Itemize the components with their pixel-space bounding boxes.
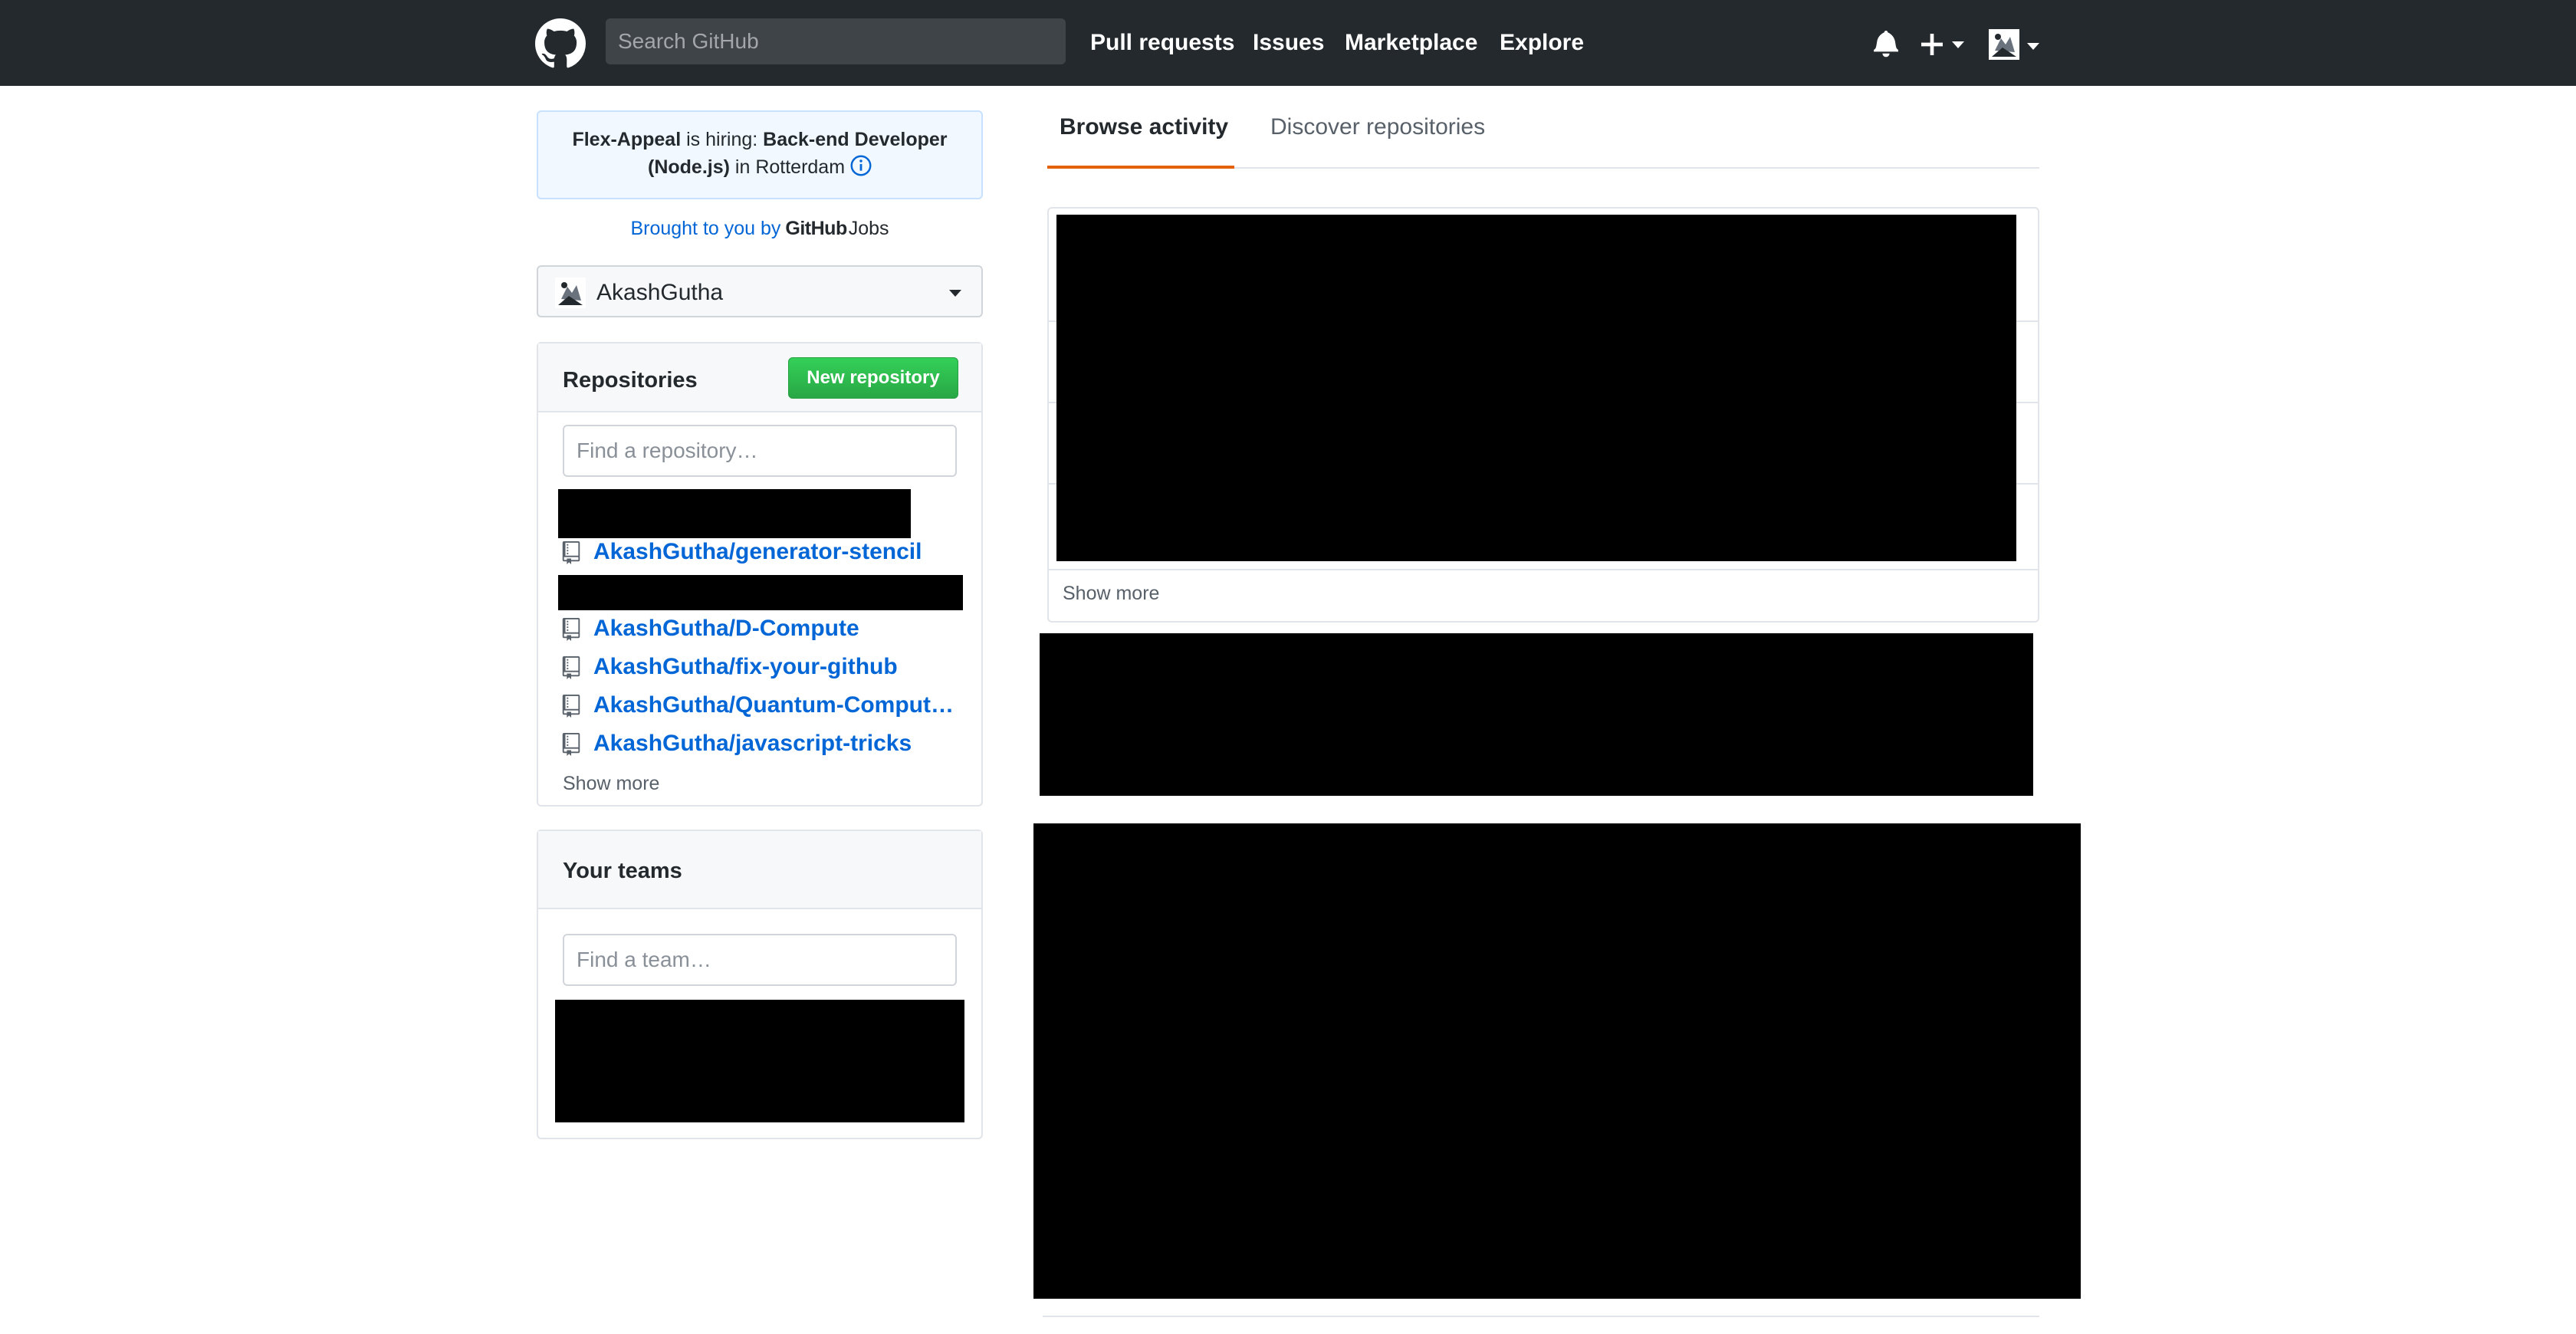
chevron-down-icon bbox=[949, 290, 961, 297]
new-repository-button[interactable]: New repository bbox=[788, 357, 958, 399]
find-team-input[interactable] bbox=[563, 934, 957, 986]
chevron-down-icon bbox=[1952, 41, 1964, 48]
plus-icon bbox=[1921, 34, 1943, 55]
account-switcher[interactable]: AkashGutha bbox=[537, 265, 983, 317]
active-tab-indicator bbox=[1047, 166, 1234, 169]
divider bbox=[1043, 1316, 2039, 1317]
redacted-block bbox=[555, 1000, 964, 1122]
repo-link[interactable]: AkashGutha/fix-your-github bbox=[593, 652, 960, 682]
info-icon[interactable] bbox=[850, 155, 872, 176]
repo-icon bbox=[562, 695, 580, 718]
repo-link[interactable]: AkashGutha/Quantum-Computing-Resources bbox=[593, 690, 960, 721]
hiring-role[interactable]: Back-end Developer bbox=[763, 129, 947, 150]
search-input[interactable] bbox=[606, 18, 1066, 64]
create-new-dropdown[interactable] bbox=[1921, 26, 1967, 60]
jobs-brand: Jobs bbox=[848, 218, 889, 239]
hiring-location: Rotterdam bbox=[755, 156, 846, 178]
repo-icon bbox=[562, 733, 580, 756]
repo-link[interactable]: AkashGutha/generator-stencil bbox=[593, 537, 960, 567]
repositories-title: Repositories bbox=[563, 368, 698, 393]
user-menu-dropdown[interactable] bbox=[1989, 28, 2042, 61]
brought-by-github-jobs[interactable]: Brought to you by GitHubJobs bbox=[537, 215, 983, 242]
show-more-activity-link[interactable]: Show more bbox=[1063, 580, 1159, 607]
github-brand: GitHub bbox=[785, 218, 847, 239]
teams-panel: Your teams bbox=[537, 830, 983, 1139]
repo-link[interactable]: AkashGutha/D-Compute bbox=[593, 613, 960, 644]
hiring-company[interactable]: Flex-Appeal bbox=[572, 129, 681, 150]
global-header: Pull requests Issues Marketplace Explore bbox=[0, 0, 2576, 86]
chevron-down-icon bbox=[2027, 43, 2039, 50]
hiring-location-prefix: in bbox=[734, 156, 751, 178]
tab-browse-activity[interactable]: Browse activity bbox=[1060, 112, 1228, 143]
avatar-icon bbox=[1989, 29, 2019, 60]
divider bbox=[1049, 569, 2038, 570]
repo-icon bbox=[562, 618, 580, 641]
nav-issues[interactable]: Issues bbox=[1253, 28, 1324, 58]
github-logo-icon[interactable] bbox=[535, 18, 586, 69]
job-ad-banner[interactable]: Flex-Appeal is hiring: Back-end Develope… bbox=[537, 110, 983, 199]
repositories-header: Repositories New repository bbox=[538, 343, 981, 412]
nav-marketplace[interactable]: Marketplace bbox=[1345, 28, 1477, 58]
redacted-block bbox=[1056, 215, 2016, 561]
teams-header: Your teams bbox=[538, 831, 981, 909]
redacted-block bbox=[558, 575, 963, 610]
nav-explore[interactable]: Explore bbox=[1500, 28, 1584, 58]
tab-discover-repositories[interactable]: Discover repositories bbox=[1270, 112, 1485, 143]
avatar-icon bbox=[555, 278, 586, 308]
teams-title: Your teams bbox=[563, 859, 682, 883]
hiring-text: is hiring: bbox=[686, 129, 758, 150]
hiring-role-tech[interactable]: (Node.js) bbox=[648, 156, 730, 178]
activity-feed-panel: Show more bbox=[1047, 207, 2039, 623]
redacted-block bbox=[1033, 823, 2081, 1299]
account-username: AkashGutha bbox=[596, 280, 724, 305]
repositories-panel: Repositories New repository AkashGutha/g… bbox=[537, 342, 983, 807]
brought-by-text: Brought to you by bbox=[630, 218, 781, 239]
nav-pull-requests[interactable]: Pull requests bbox=[1090, 28, 1234, 58]
find-repository-input[interactable] bbox=[563, 425, 957, 477]
repo-icon bbox=[562, 541, 580, 564]
redacted-block bbox=[1040, 633, 2033, 796]
show-more-repos-link[interactable]: Show more bbox=[563, 770, 659, 797]
repo-icon bbox=[562, 656, 580, 679]
repo-link[interactable]: AkashGutha/javascript-tricks bbox=[593, 728, 960, 759]
redacted-block bbox=[558, 489, 911, 538]
bell-icon[interactable] bbox=[1874, 26, 1898, 60]
